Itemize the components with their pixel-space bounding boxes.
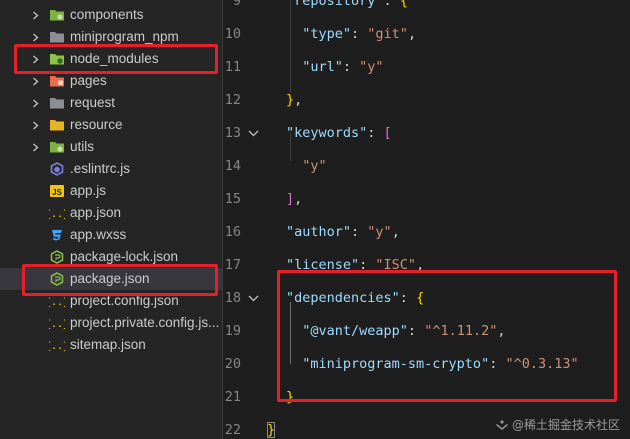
explorer-item-label: app.wxss	[70, 227, 127, 242]
explorer-file-project-private-config-js[interactable]: {..} project.private.config.js...	[0, 312, 222, 334]
svg-text:JS: JS	[52, 188, 62, 197]
code-line[interactable]: "url": "y"	[286, 57, 384, 77]
code-token-bracket: [	[383, 125, 392, 141]
json-file-icon: {..}	[49, 312, 65, 334]
indent-guide	[290, 0, 291, 92]
line-number: 19	[224, 323, 241, 339]
code-token-brace: {	[399, 0, 408, 9]
code-token-punc: :	[383, 0, 400, 9]
line-number: 21	[224, 389, 241, 405]
explorer-folder-request[interactable]: request	[0, 92, 222, 114]
code-token-str: "y"	[286, 158, 327, 174]
line-number: 18	[224, 290, 241, 306]
code-token-punc: :	[351, 26, 368, 42]
fold-chevron-icon[interactable]	[247, 288, 259, 308]
code-token-punc: ,	[407, 26, 417, 42]
svg-text:{..}: {..}	[49, 341, 65, 352]
explorer-file-app-json[interactable]: {..} app.json	[0, 202, 222, 224]
explorer-file-sitemap-json[interactable]: {..} sitemap.json	[0, 334, 222, 356]
explorer-folder-utils[interactable]: utils	[0, 136, 222, 158]
explorer-file-app-wxss[interactable]: app.wxss	[0, 224, 222, 246]
line-number: 16	[224, 224, 241, 240]
code-line[interactable]: "type": "git",	[286, 24, 416, 44]
code-token-brace: }	[286, 92, 295, 108]
line-number: 17	[224, 257, 241, 273]
explorer-item-label: resource	[70, 117, 123, 132]
explorer-item-label: request	[70, 95, 116, 110]
explorer-item-label: components	[70, 7, 144, 22]
highlight-dependencies	[277, 270, 617, 402]
code-token-key: "keywords"	[286, 125, 368, 141]
explorer-file-app-js[interactable]: JS app.js	[0, 180, 222, 202]
json-file-icon: {..}	[49, 334, 65, 356]
juejin-logo-icon	[495, 419, 508, 430]
folder-green-icon	[49, 136, 65, 158]
explorer-item-label: app.json	[70, 205, 122, 220]
code-line[interactable]: "y"	[286, 156, 327, 176]
highlight-node-modules	[14, 44, 218, 74]
chevron-right-icon[interactable]	[31, 114, 39, 136]
code-token-punc: :	[351, 224, 368, 240]
code-token-punc: ,	[294, 92, 303, 108]
css-file-icon	[49, 224, 65, 246]
code-token-str: "y"	[359, 59, 384, 75]
line-number: 11	[224, 59, 241, 75]
watermark: @稀土掘金技术社区	[495, 416, 620, 433]
code-token-key: "type"	[286, 26, 352, 42]
line-number: 9	[232, 0, 241, 9]
highlight-package-json	[22, 264, 218, 296]
code-token-bracket: ]	[286, 191, 295, 207]
folder-yellow-icon	[49, 114, 65, 136]
explorer-file-eslintrc-js[interactable]: .eslintrc.js	[0, 158, 222, 180]
line-number: 12	[224, 92, 241, 108]
fold-chevron-icon[interactable]	[247, 123, 259, 143]
explorer-folder-resource[interactable]: resource	[0, 114, 222, 136]
svg-text:{..}: {..}	[49, 319, 65, 330]
folder-icon	[49, 92, 65, 114]
code-token-str: "y"	[367, 224, 392, 240]
code-token-punc: ,	[391, 224, 400, 240]
explorer-folder-components[interactable]: components	[0, 4, 222, 26]
eslint-icon	[49, 158, 65, 180]
code-line[interactable]: "keywords": [	[286, 123, 392, 143]
code-token-punc: :	[342, 59, 360, 75]
code-token-punc: ,	[294, 191, 303, 207]
code-line[interactable]: }	[267, 420, 276, 439]
watermark-text: @稀土掘金技术社区	[511, 418, 620, 432]
line-number: 13	[224, 125, 241, 141]
svg-text:{..}: {..}	[49, 297, 65, 308]
folder-green-icon	[49, 4, 65, 26]
code-token-punc: :	[367, 125, 384, 141]
chevron-right-icon[interactable]	[31, 92, 39, 114]
line-number: 15	[224, 191, 241, 207]
explorer-item-label: app.js	[70, 183, 107, 198]
line-number: 10	[224, 26, 241, 42]
explorer-item-label: sitemap.json	[70, 337, 146, 352]
code-token-key: "repository"	[286, 0, 384, 9]
code-line[interactable]: },	[286, 90, 302, 110]
code-token-str: "git"	[367, 26, 408, 42]
chevron-right-icon[interactable]	[31, 136, 39, 158]
code-line[interactable]: "author": "y",	[286, 222, 400, 242]
code-token-brace: }	[267, 422, 276, 438]
line-number: 22	[224, 422, 241, 438]
code-line[interactable]: "repository": {	[286, 0, 408, 11]
svg-text:{..}: {..}	[49, 209, 65, 220]
js-file-icon: JS	[49, 180, 65, 202]
line-number: 20	[224, 356, 241, 372]
chevron-right-icon[interactable]	[31, 4, 39, 26]
explorer-item-label: .eslintrc.js	[70, 161, 131, 176]
line-number: 14	[224, 158, 241, 174]
code-token-key: "url"	[286, 59, 343, 75]
explorer-item-label: project.private.config.js...	[70, 315, 220, 330]
explorer-item-label: utils	[70, 139, 95, 154]
code-line[interactable]: ],	[286, 189, 302, 209]
json-file-icon: {..}	[49, 202, 65, 224]
code-token-key: "author"	[286, 224, 352, 240]
